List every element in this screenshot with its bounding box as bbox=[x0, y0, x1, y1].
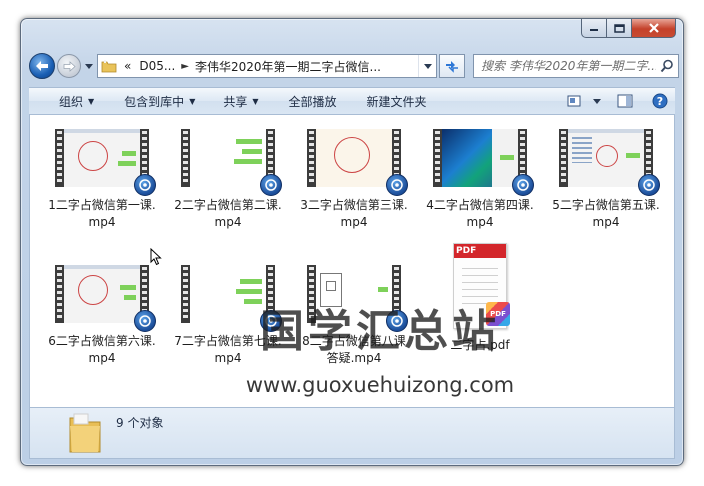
svg-text:?: ? bbox=[657, 95, 663, 108]
video-thumbnail bbox=[181, 129, 282, 196]
file-item[interactable]: 2二字占微信第二课.mp4 bbox=[174, 129, 282, 231]
file-item[interactable]: 3二字占微信第三课.mp4 bbox=[300, 129, 408, 231]
file-name: 6二字占微信第六课.mp4 bbox=[48, 334, 156, 365]
file-item[interactable]: 7二字占微信第七课.mp4 bbox=[174, 265, 282, 367]
file-item[interactable]: 8二字占微信第八课答疑.mp4 bbox=[300, 265, 408, 367]
chevron-down-icon bbox=[85, 63, 93, 69]
chevron-down-icon bbox=[593, 98, 601, 104]
video-thumbnail bbox=[55, 265, 156, 332]
share-menu[interactable]: 共享 ▼ bbox=[203, 88, 266, 114]
arrow-right-icon bbox=[63, 60, 76, 72]
file-name: 5二字占微信第五课.mp4 bbox=[552, 198, 660, 229]
organize-label: 组织 bbox=[59, 94, 84, 109]
chevron-down-icon bbox=[423, 63, 432, 69]
window-controls bbox=[581, 19, 676, 38]
refresh-button[interactable] bbox=[439, 54, 465, 78]
maximize-button[interactable] bbox=[607, 19, 632, 38]
file-name: 2二字占微信第二课.mp4 bbox=[174, 198, 282, 229]
preview-pane-icon bbox=[617, 94, 633, 108]
file-name: 3二字占微信第三课.mp4 bbox=[300, 198, 408, 229]
command-bar: 组织 ▼ 包含到库中 ▼ 共享 ▼ 全部播放 新建文件夹 ? bbox=[29, 87, 675, 115]
chevron-down-icon: ▼ bbox=[189, 96, 196, 106]
pdf-header: PDF bbox=[454, 244, 506, 258]
arrow-left-icon bbox=[36, 61, 48, 71]
address-dropdown-button[interactable] bbox=[418, 55, 436, 77]
folder-small-icon bbox=[98, 55, 120, 77]
file-name: 4二字占微信第四课.mp4 bbox=[426, 198, 534, 229]
chevron-down-icon: ▼ bbox=[88, 96, 95, 106]
minimize-button[interactable] bbox=[581, 19, 607, 38]
address-segment-folder[interactable]: 李伟华2020年第一期二字占微信... bbox=[191, 58, 385, 75]
close-button[interactable] bbox=[632, 19, 676, 38]
address-bar[interactable]: « D05... ► 李伟华2020年第一期二字占微信... bbox=[97, 54, 437, 78]
media-player-icon bbox=[386, 174, 408, 196]
minimize-icon bbox=[590, 29, 598, 31]
view-controls: ? bbox=[559, 88, 675, 114]
file-item[interactable]: 4二字占微信第四课.mp4 bbox=[426, 129, 534, 231]
chevron-right-icon[interactable]: ► bbox=[179, 61, 191, 72]
new-folder-label: 新建文件夹 bbox=[366, 94, 427, 109]
include-library-menu[interactable]: 包含到库中 ▼ bbox=[102, 88, 203, 114]
file-name: 8二字占微信第八课答疑.mp4 bbox=[302, 334, 406, 365]
forward-button[interactable] bbox=[57, 54, 81, 78]
include-library-label: 包含到库中 bbox=[124, 94, 185, 109]
item-count: 9 个对象 bbox=[116, 416, 164, 430]
media-player-icon bbox=[512, 174, 534, 196]
refresh-icon bbox=[446, 61, 458, 73]
media-player-icon bbox=[134, 310, 156, 332]
video-thumbnail bbox=[559, 129, 660, 196]
video-thumbnail bbox=[181, 265, 282, 332]
file-name: 7二字占微信第七课.mp4 bbox=[174, 334, 282, 365]
play-all-label: 全部播放 bbox=[288, 94, 337, 109]
file-item[interactable]: PDF PDF 二字占.pdf bbox=[426, 243, 534, 354]
folder-icon bbox=[68, 412, 102, 457]
media-player-icon bbox=[260, 174, 282, 196]
view-icon bbox=[567, 95, 581, 107]
file-item[interactable]: 6二字占微信第六课.mp4 bbox=[48, 265, 156, 367]
watermark-url: www.guoxuehuizong.com bbox=[245, 373, 515, 397]
search-box[interactable] bbox=[473, 54, 679, 78]
view-dropdown-button[interactable] bbox=[589, 88, 605, 114]
help-button[interactable]: ? bbox=[645, 88, 675, 114]
video-thumbnail bbox=[307, 265, 408, 332]
file-item[interactable]: 1二字占微信第一课.mp4 bbox=[48, 129, 156, 231]
file-name: 二字占.pdf bbox=[450, 338, 510, 352]
search-input[interactable] bbox=[474, 59, 656, 73]
video-thumbnail bbox=[55, 129, 156, 196]
address-overflow[interactable]: « bbox=[120, 59, 135, 73]
media-player-icon bbox=[260, 310, 282, 332]
close-icon bbox=[648, 23, 659, 33]
file-list[interactable]: 1二字占微信第一课.mp4 2二字占微信第二课.mp4 3二字占微信第三课.mp… bbox=[29, 115, 675, 407]
organize-menu[interactable]: 组织 ▼ bbox=[29, 88, 102, 114]
explorer-window: « D05... ► 李伟华2020年第一期二字占微信... 组织 ▼ 包含到库中… bbox=[20, 18, 684, 466]
media-player-icon bbox=[638, 174, 660, 196]
file-name: 1二字占微信第一课.mp4 bbox=[48, 198, 156, 229]
pdf-icon: PDF bbox=[486, 302, 510, 326]
chevron-down-icon: ▼ bbox=[252, 96, 259, 106]
help-icon: ? bbox=[652, 93, 668, 109]
preview-pane-button[interactable] bbox=[605, 88, 645, 114]
view-options-button[interactable] bbox=[559, 88, 589, 114]
pdf-thumbnail: PDF PDF bbox=[453, 243, 510, 329]
share-label: 共享 bbox=[223, 94, 248, 109]
play-all-button[interactable]: 全部播放 bbox=[267, 88, 345, 114]
mouse-cursor-icon bbox=[150, 248, 162, 266]
video-thumbnail bbox=[433, 129, 534, 196]
file-item[interactable]: 5二字占微信第五课.mp4 bbox=[552, 129, 660, 231]
video-thumbnail bbox=[307, 129, 408, 196]
details-pane: 9 个对象 bbox=[29, 407, 675, 459]
address-segment-drive[interactable]: D05... bbox=[135, 59, 179, 73]
recent-pages-button[interactable] bbox=[84, 61, 94, 71]
search-icon[interactable] bbox=[656, 55, 678, 77]
back-button[interactable] bbox=[29, 53, 55, 79]
media-player-icon bbox=[134, 174, 156, 196]
maximize-icon bbox=[613, 23, 625, 33]
new-folder-button[interactable]: 新建文件夹 bbox=[345, 88, 435, 114]
navigation-row: « D05... ► 李伟华2020年第一期二字占微信... bbox=[29, 53, 679, 81]
media-player-icon bbox=[386, 310, 408, 332]
